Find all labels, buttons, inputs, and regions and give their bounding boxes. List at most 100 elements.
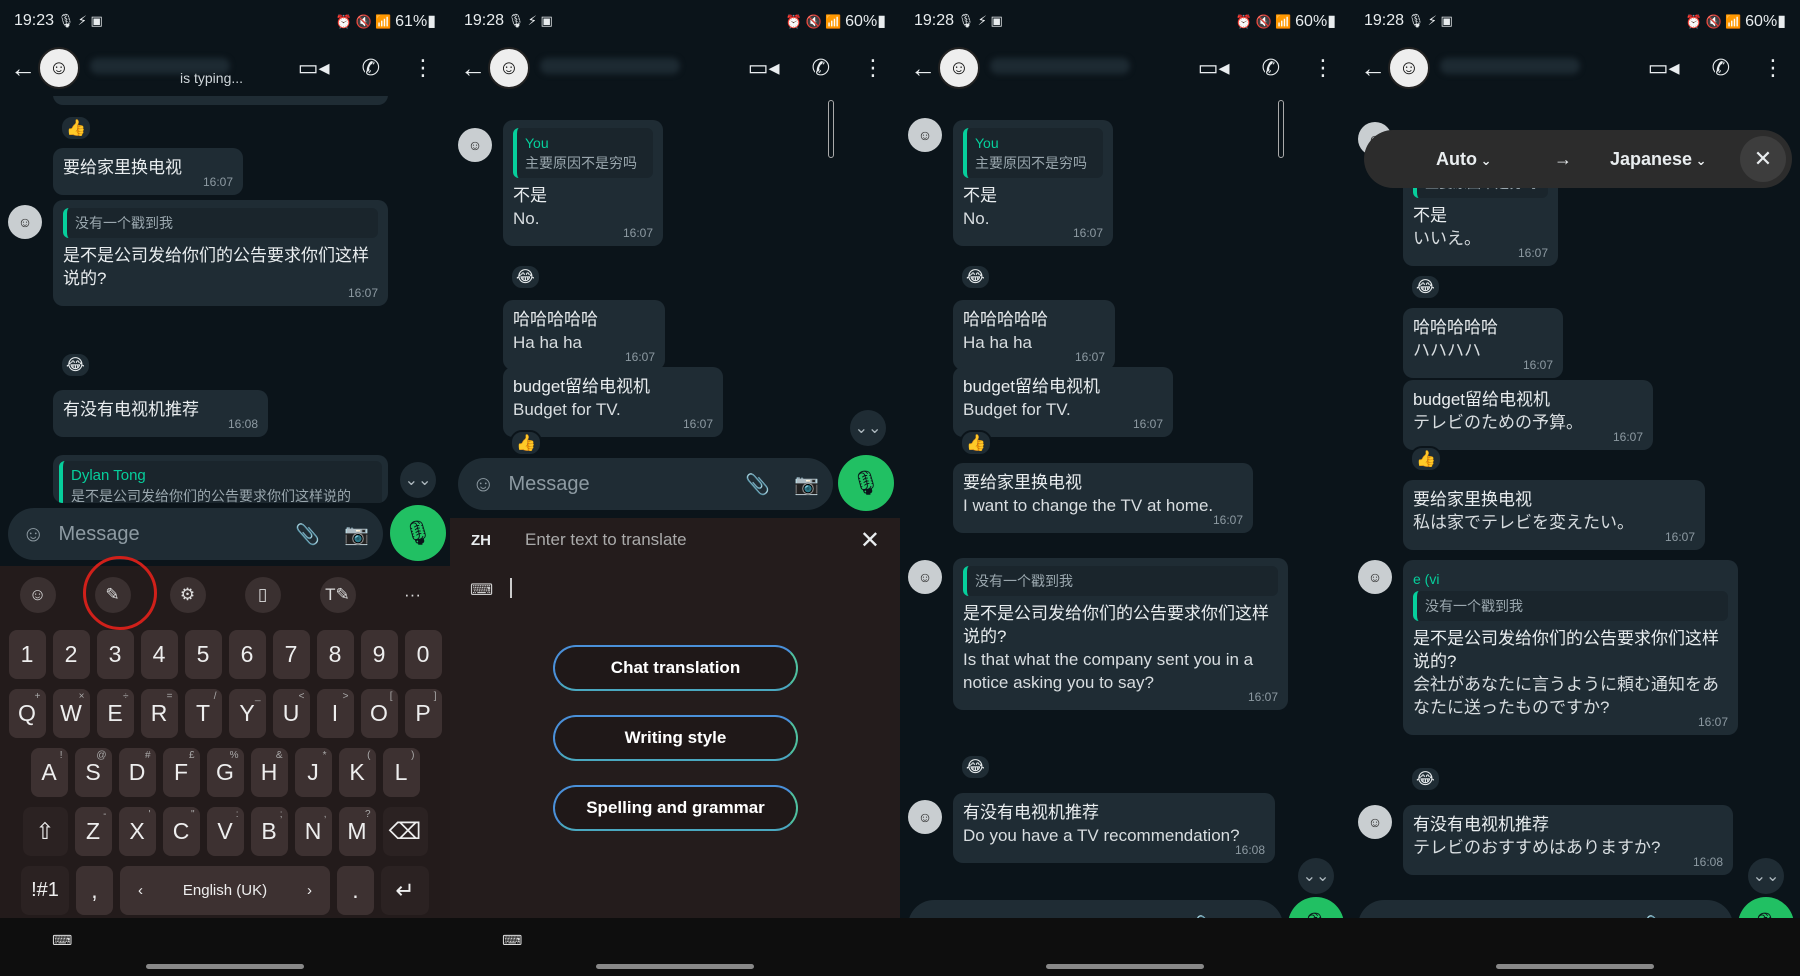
contact-name[interactable]: is typing...	[90, 48, 298, 88]
scrollbar-thumb[interactable]	[1278, 100, 1284, 158]
reaction-emoji[interactable]: 😂	[1410, 766, 1441, 792]
home-gesture-bar[interactable]	[1046, 964, 1204, 969]
symbols-key[interactable]: !#1	[21, 866, 69, 915]
emoji-icon[interactable]: ☺	[472, 471, 494, 497]
message-input[interactable]: ☺ Message 📎 📷	[458, 458, 833, 510]
home-gesture-bar[interactable]	[1496, 964, 1654, 969]
key-j[interactable]: J *	[294, 748, 332, 797]
message-bubble[interactable]: 没有一个戳到我 是不是公司发给你们的公告要求你们这样说的? 16:07	[53, 200, 388, 306]
key-m[interactable]: M?	[338, 807, 376, 856]
key-q[interactable]: Q +	[8, 689, 46, 738]
key-x[interactable]: X '	[118, 807, 156, 856]
key-p[interactable]: P]	[404, 689, 442, 738]
source-language-label[interactable]: ZH	[471, 532, 491, 549]
chat-translation-button[interactable]: Chat translation	[553, 645, 798, 691]
shift-key[interactable]: ⇧	[22, 807, 68, 856]
reaction-emoji[interactable]: 👍	[60, 115, 92, 141]
message-bubble[interactable]: 要给家里换电视 私は家でテレビを変えたい。 16:07	[1403, 480, 1705, 550]
message-bubble[interactable]: 有没有电视机推荐 テレビのおすすめはありますか? 16:08	[1403, 805, 1733, 875]
source-language-dropdown[interactable]: Auto ⌄	[1436, 149, 1492, 170]
message-input[interactable]: ☺ Message 📎 📷	[8, 508, 383, 560]
message-bubble[interactable]: You 主要原因不是穷吗 不是 No. 16:07	[953, 120, 1113, 246]
spelling-grammar-button[interactable]: Spelling and grammar	[553, 785, 798, 831]
reaction-emoji[interactable]: 😂	[960, 754, 991, 780]
key-n[interactable]: N,	[294, 807, 332, 856]
attach-icon[interactable]: 📎	[295, 522, 320, 547]
reaction-emoji[interactable]: 👍	[510, 430, 542, 456]
contact-avatar[interactable]: ☺	[1388, 47, 1430, 89]
key-g[interactable]: G%	[206, 748, 244, 797]
key-r[interactable]: R =	[140, 689, 178, 738]
key-y[interactable]: Y _	[228, 689, 266, 738]
quoted-message[interactable]: 没有一个戳到我	[1413, 591, 1728, 621]
contact-avatar[interactable]: ☺	[938, 47, 980, 89]
close-translation-button[interactable]: ✕	[1740, 136, 1786, 182]
key-6[interactable]: 6	[228, 630, 266, 679]
key-c[interactable]: C "	[162, 807, 200, 856]
reaction-emoji[interactable]: 👍	[960, 430, 992, 456]
keyboard-size-icon[interactable]: ▯	[244, 577, 281, 613]
key-9[interactable]: 9	[360, 630, 398, 679]
key-o[interactable]: O[	[360, 689, 398, 738]
key-u[interactable]: U <	[272, 689, 310, 738]
translate-input[interactable]: Enter text to translate	[525, 530, 687, 550]
key-e[interactable]: E ÷	[96, 689, 134, 738]
key-8[interactable]: 8	[316, 630, 354, 679]
message-bubble[interactable]: budget留给电视机 Budget for TV. 16:07	[953, 367, 1173, 437]
message-bubble[interactable]: 有没有电视机推荐 16:08	[53, 390, 268, 437]
space-bar[interactable]: ‹ English (UK) ›	[120, 866, 330, 915]
message-bubble[interactable]: 有没有电视机推荐 Do you have a TV recommendation?…	[953, 793, 1275, 863]
message-bubble[interactable]: 没有一个戳到我 是不是公司发给你们的公告要求你们这样说的? Is that what…	[953, 558, 1288, 710]
handwriting-icon[interactable]: T✎	[319, 577, 356, 613]
mic-button[interactable]: 🎙	[390, 505, 446, 561]
home-gesture-bar[interactable]	[146, 964, 304, 969]
backspace-key[interactable]: ⌫	[382, 807, 428, 856]
enter-key[interactable]: ↵	[381, 866, 429, 915]
phone-call-icon[interactable]: ✆	[362, 55, 380, 81]
key-0[interactable]: 0	[404, 630, 442, 679]
key-k[interactable]: K(	[338, 748, 376, 797]
scroll-down-button[interactable]: ⌄⌄	[1748, 858, 1784, 894]
more-options-icon[interactable]: ⋮	[412, 55, 434, 81]
camera-icon[interactable]: 📷	[794, 472, 819, 497]
more-options-icon[interactable]: ⋮	[862, 55, 884, 81]
message-bubble[interactable]: 要给家里换电视 I want to change the TV at home. 1…	[953, 463, 1253, 533]
key-a[interactable]: A!	[30, 748, 68, 797]
key-b[interactable]: B;	[250, 807, 288, 856]
attach-icon[interactable]: 📎	[745, 472, 770, 497]
phone-call-icon[interactable]: ✆	[812, 55, 830, 81]
key-t[interactable]: T /	[184, 689, 222, 738]
contact-avatar[interactable]: ☺	[488, 47, 530, 89]
key-h[interactable]: H &	[250, 748, 288, 797]
reply-preview[interactable]: Dylan Tong 是不是公司发给你们的公告要求你们这样说的	[53, 455, 388, 503]
key-5[interactable]: 5	[184, 630, 222, 679]
emoji-icon[interactable]: ☺	[19, 577, 56, 613]
phone-call-icon[interactable]: ✆	[1262, 55, 1280, 81]
contact-name[interactable]	[1440, 48, 1648, 88]
reaction-emoji[interactable]: 😂	[510, 264, 541, 290]
reaction-emoji[interactable]: 👍	[1410, 446, 1442, 472]
key-1[interactable]: 1	[8, 630, 46, 679]
reaction-emoji[interactable]: 😂	[1410, 274, 1441, 300]
key-z[interactable]: Z-	[74, 807, 112, 856]
contact-avatar[interactable]: ☺	[38, 47, 80, 89]
back-arrow-icon[interactable]: ←	[910, 53, 938, 84]
scroll-down-button[interactable]: ⌄⌄	[400, 462, 436, 498]
back-arrow-icon[interactable]: ←	[10, 53, 38, 84]
quoted-message[interactable]: 没有一个戳到我	[963, 566, 1278, 596]
back-arrow-icon[interactable]: ←	[1360, 53, 1388, 84]
writing-style-button[interactable]: Writing style	[553, 715, 798, 761]
target-language-dropdown[interactable]: Japanese ⌄	[1610, 149, 1707, 170]
video-call-icon[interactable]: ▭◂	[1648, 55, 1680, 81]
message-bubble[interactable]: 哈哈哈哈哈 ハハハハ 16:07	[1403, 308, 1563, 378]
key-w[interactable]: W ×	[52, 689, 90, 738]
message-bubble[interactable]: You 主要原因不是穷吗 不是 No. 16:07	[503, 120, 663, 246]
settings-icon[interactable]: ⚙	[169, 577, 206, 613]
quoted-message[interactable]: You 主要原因不是穷吗	[513, 128, 653, 178]
message-bubble[interactable]: 哈哈哈哈哈 Ha ha ha 16:07	[953, 300, 1115, 370]
keyboard-icon[interactable]: ⌨	[470, 580, 493, 600]
message-bubble[interactable]: 哈哈哈哈哈 Ha ha ha 16:07	[503, 300, 665, 370]
message-bubble[interactable]: e (vi 没有一个戳到我 是不是公司发给你们的公告要求你们这样说的? 会社があなたに…	[1403, 560, 1738, 735]
quoted-message[interactable]: You 主要原因不是穷吗	[963, 128, 1103, 178]
key-l[interactable]: L)	[382, 748, 420, 797]
